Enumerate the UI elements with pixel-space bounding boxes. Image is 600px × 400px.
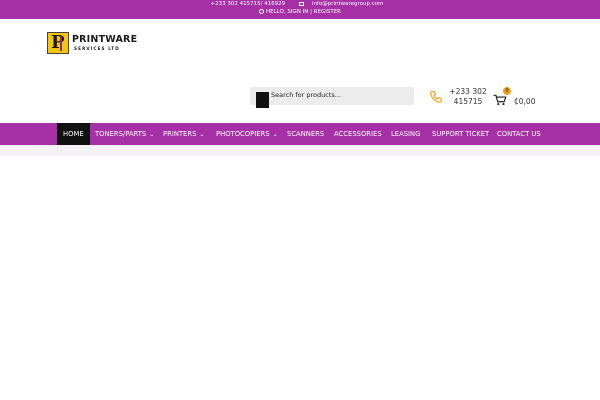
topbar-email[interactable]: info@printwaregroup.com bbox=[312, 1, 384, 7]
logo-name: PRINTWARE bbox=[72, 34, 138, 45]
nav-printers[interactable]: PRINTERS ⌄ bbox=[163, 123, 204, 145]
nav-contact-us-label: CONTACT US bbox=[497, 130, 541, 138]
nav-contact-us[interactable]: CONTACT US bbox=[497, 123, 541, 145]
cart-count-badge: 0 bbox=[503, 87, 511, 95]
nav-photocopiers[interactable]: PHOTOCOPIERS ⌄ bbox=[216, 123, 278, 145]
nav-support-ticket-label: SUPPORT TICKET bbox=[432, 130, 490, 138]
nav-scanners-label: SCANNERS bbox=[287, 130, 325, 138]
site-logo[interactable]: P PRINTWARE SERVICES LTD bbox=[47, 32, 138, 54]
nav-toners-parts[interactable]: TONERS/PARTS ⌄ bbox=[95, 123, 154, 145]
nav-accessories[interactable]: ACCESSORIES bbox=[334, 123, 382, 145]
search-input[interactable]: Search for products... bbox=[271, 91, 341, 99]
topbar-email-group[interactable]: info@printwaregroup.com bbox=[298, 1, 390, 7]
logo-accent-bar bbox=[60, 36, 62, 51]
nav-accessories-label: ACCESSORIES bbox=[334, 130, 382, 138]
signin-register-link[interactable]: HELLO, SIGN IN | REGISTER bbox=[266, 9, 341, 15]
nav-home-label: HOME bbox=[63, 130, 84, 138]
chevron-down-icon: ⌄ bbox=[149, 131, 155, 138]
envelope-icon bbox=[298, 1, 304, 6]
logo-letter: P bbox=[51, 32, 65, 53]
top-bar: +233 302 415715/ 416929 info@printwaregr… bbox=[0, 0, 600, 19]
nav-home[interactable]: HOME bbox=[57, 123, 90, 145]
cart-total[interactable]: ₵0,00 bbox=[514, 97, 535, 106]
main-nav: HOME TONERS/PARTS ⌄ PRINTERS ⌄ PHOTOCOPIER… bbox=[0, 123, 600, 145]
nav-scanners[interactable]: SCANNERS bbox=[287, 123, 324, 145]
header-phone[interactable]: +233 302 415715 bbox=[448, 87, 488, 107]
nav-printers-label: PRINTERS bbox=[163, 130, 197, 138]
nav-photocopiers-label: PHOTOCOPIERS bbox=[216, 130, 270, 138]
phone-icon bbox=[429, 89, 443, 103]
topbar-phone[interactable]: +233 302 415715/ 416929 bbox=[210, 1, 285, 7]
product-search[interactable]: Search for products... bbox=[250, 87, 414, 108]
search-button[interactable] bbox=[256, 92, 269, 108]
logo-mark: P bbox=[47, 32, 69, 54]
header-phone-line1: +233 302 bbox=[449, 87, 487, 96]
nav-toners-parts-label: TONERS/PARTS bbox=[95, 130, 147, 138]
nav-leasing[interactable]: LEASING bbox=[391, 123, 420, 145]
nav-leasing-label: LEASING bbox=[391, 130, 421, 138]
chevron-down-icon: ⌄ bbox=[272, 131, 278, 138]
user-icon bbox=[258, 9, 264, 14]
logo-subtitle: SERVICES LTD bbox=[74, 46, 120, 51]
header-phone-line2: 415715 bbox=[453, 97, 483, 106]
nav-support-ticket[interactable]: SUPPORT TICKET bbox=[432, 123, 489, 145]
sub-header-strip bbox=[0, 145, 600, 156]
chevron-down-icon: ⌄ bbox=[199, 131, 205, 138]
